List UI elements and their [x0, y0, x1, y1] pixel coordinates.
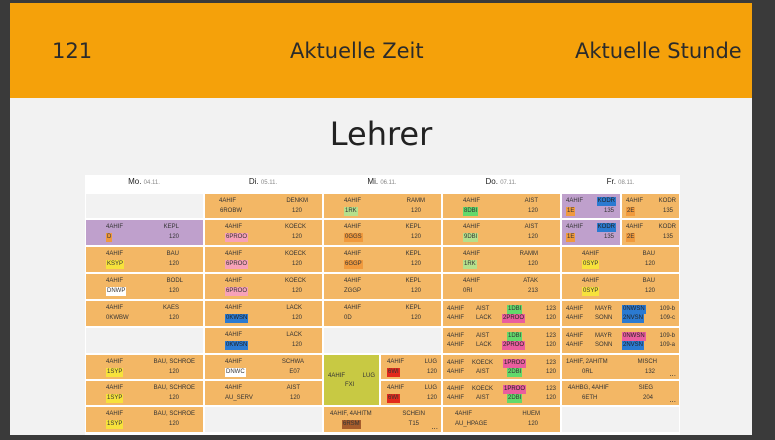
- lesson-cell[interactable]: 4AHIF LUG FXI: [323, 354, 380, 406]
- room-number: 121: [52, 39, 93, 63]
- lesson-cell[interactable]: 4AHIF BODL DNWP 120: [85, 273, 204, 300]
- lesson-cell[interactable]: 4AHIF KAES 0KWBW 120: [85, 300, 204, 327]
- lesson-cell[interactable]: 4AHIF AIST 8DBI 120: [442, 193, 561, 219]
- lesson-cell[interactable]: 4AHIF ATAK 0RI 213: [442, 273, 561, 300]
- lesson-cell[interactable]: 4AHIF KOECK 6PROO 120: [204, 273, 323, 300]
- lesson-cell[interactable]: 4AHIF LACK 0KWSN 120: [204, 327, 323, 354]
- lesson-cell[interactable]: 4AHIF KOECK 1PROO 123 4AHIF AIST 2DBI 120: [442, 354, 561, 380]
- lesson-cell[interactable]: 4AHIF KODR 1E 135: [561, 193, 621, 219]
- page-title: Lehrer: [329, 115, 433, 153]
- lesson-cell[interactable]: 4AHIF KEPL D 120: [85, 219, 204, 246]
- lesson-cell[interactable]: 4AHIF KEPL 0D 120: [323, 300, 442, 327]
- lesson-cell[interactable]: 4AHIF AIST 9DBI 120: [442, 219, 561, 246]
- lesson-cell[interactable]: 4AHIF MAYR 0NWSN 109-b 4AHIF SONN 2NVSN 109-c: [561, 300, 680, 327]
- day-header-wed: Mi. 06.11.: [367, 177, 397, 186]
- header-bar: 121 Aktuelle Zeit Aktuelle Stunde: [10, 3, 752, 98]
- empty-slot: [85, 327, 204, 354]
- more-indicator[interactable]: ...: [669, 395, 676, 404]
- lesson-cell[interactable]: 4AHIF RAMM 1RK 120: [442, 246, 561, 273]
- lesson-cell[interactable]: 4AHIF RAMM 1RK 120: [323, 193, 442, 219]
- lesson-cell[interactable]: 4AHIF KOECK 6PROO 120: [204, 219, 323, 246]
- lesson-cell[interactable]: 4AHIF AIST 1DBI 123 4AHIF LACK 2PROO 120: [442, 327, 561, 354]
- lesson-cell[interactable]: 4AHIF LUG 6WI 120: [380, 380, 442, 406]
- lesson-cell[interactable]: 4AHIF, 4AHITM SCHEIN 6RSM T15 ...: [323, 406, 442, 433]
- lesson-cell[interactable]: 4AHIF KODR 2E 135: [621, 219, 680, 246]
- lesson-cell[interactable]: 4AHIF AIST AU_SERV 120: [204, 380, 323, 406]
- lesson-cell[interactable]: 4AHIF LACK 0KWSN 120: [204, 300, 323, 327]
- lesson-cell[interactable]: 4AHIF KEPL 6GGP 120: [323, 246, 442, 273]
- lesson-cell[interactable]: 4AHIF AIST 1DBI 123 4AHIF LACK 2PROO 120: [442, 300, 561, 327]
- lesson-cell[interactable]: 4AHIF KODR 2E 135: [621, 193, 680, 219]
- empty-slot: [561, 406, 680, 433]
- lesson-cell[interactable]: 4AHIF DENKM 6ROBW 120: [204, 193, 323, 219]
- timetable: Mo. 04.11. Di. 05.11. Mi. 06.11. Do. 07.…: [85, 175, 680, 435]
- lesson-cell[interactable]: 4AHIF MAYR 0NWSN 109-b 4AHIF SONN 2NVSN 109-a: [561, 327, 680, 354]
- lesson-cell[interactable]: 4AHIF SCHWA DNWC E07: [204, 354, 323, 380]
- lesson-cell[interactable]: 4AHBG, 4AHIF SIEG 6ETH 204 ...: [561, 380, 680, 406]
- lesson-cell[interactable]: 4AHIF KODR 1E 135: [561, 219, 621, 246]
- lesson-cell[interactable]: 4AHIF KOECK 6PROO 120: [204, 246, 323, 273]
- day-header-mon: Mo. 04.11.: [128, 177, 160, 186]
- lesson-cell[interactable]: 4AHIF KOECK 1PROO 123 4AHIF AIST 2DBI 120: [442, 380, 561, 406]
- empty-slot: [85, 193, 204, 219]
- lesson-cell[interactable]: 4AHIF KEPL ZGGP 120: [323, 273, 442, 300]
- app-window: 121 Aktuelle Zeit Aktuelle Stunde Lehrer…: [10, 3, 752, 435]
- lesson-cell[interactable]: 4AHIF KEPL 0GGS 120: [323, 219, 442, 246]
- lesson-cell[interactable]: 4AHIF HUEM AU_HPAGE 120: [442, 406, 561, 433]
- more-indicator[interactable]: ...: [669, 369, 676, 378]
- current-lesson-label: Aktuelle Stunde: [575, 39, 742, 63]
- lesson-cell[interactable]: 4AHIF BAU, SCHROE 1SYP 120: [85, 380, 204, 406]
- lesson-cell[interactable]: 4AHIF LUG 6WI 120: [380, 354, 442, 380]
- day-header-thu: Do. 07.11.: [485, 177, 517, 186]
- lesson-cell[interactable]: 4AHIF BAU, SCHROE 1SYP 120: [85, 354, 204, 380]
- lesson-cell[interactable]: 4AHIF BAU 0SYP 120: [561, 246, 680, 273]
- lesson-cell[interactable]: 1AHIF, 2AHITM MISCH 0RL 132 ...: [561, 354, 680, 380]
- empty-slot: [204, 406, 323, 433]
- day-header-tue: Di. 05.11.: [248, 177, 278, 186]
- lesson-cell[interactable]: 4AHIF BAU KSYP 120: [85, 246, 204, 273]
- empty-slot: [323, 327, 442, 354]
- current-time-label: Aktuelle Zeit: [290, 39, 424, 63]
- more-indicator[interactable]: ...: [431, 422, 438, 431]
- lesson-cell[interactable]: 4AHIF BAU, SCHROE 1SYP 120: [85, 406, 204, 433]
- day-header-fri: Fr. 08.11.: [606, 177, 635, 186]
- lesson-cell[interactable]: 4AHIF BAU 0SYP 120: [561, 273, 680, 300]
